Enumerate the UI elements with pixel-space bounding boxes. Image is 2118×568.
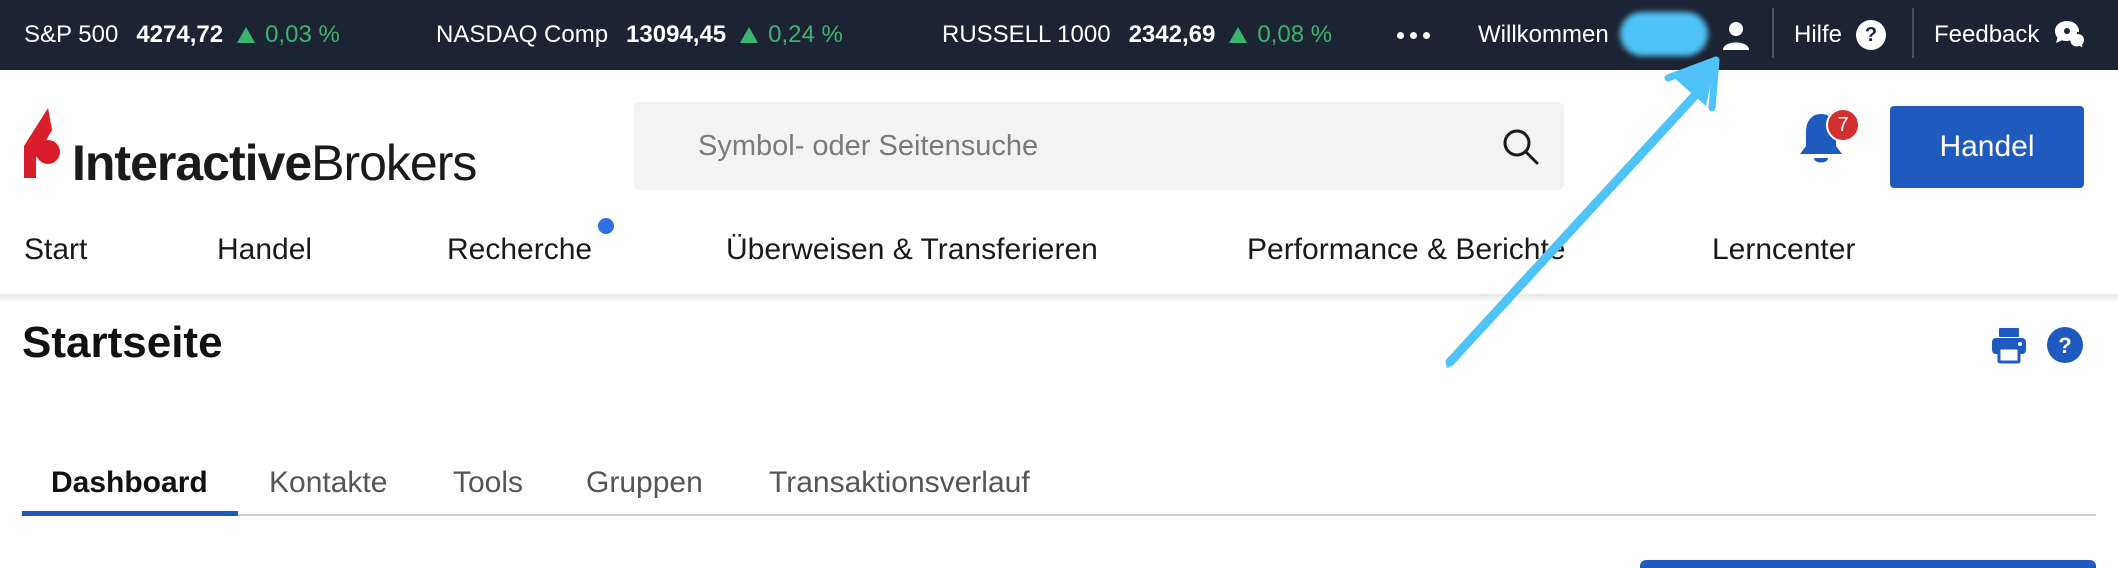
- dashboard-tabs: Dashboard Kontakte Tools Gruppen Transak…: [22, 450, 2096, 516]
- notification-count-badge: 7: [1826, 108, 1860, 142]
- nav-item-research[interactable]: Recherche: [447, 220, 592, 280]
- help-link[interactable]: Hilfe ?: [1794, 0, 1887, 70]
- feedback-chat-icon: [2055, 21, 2087, 51]
- search-icon[interactable]: [1500, 126, 1540, 166]
- feedback-label: Feedback: [1934, 21, 2040, 48]
- ticker-item-nasdaq[interactable]: NASDAQ Comp 13094,45 0,24 %: [436, 0, 843, 70]
- ticker-name: NASDAQ Comp: [436, 21, 609, 48]
- tab-dashboard[interactable]: Dashboard: [51, 450, 208, 516]
- active-tab-indicator: [22, 511, 238, 516]
- help-label: Hilfe: [1794, 21, 1843, 48]
- market-ticker-bar: S&P 500 4274,72 0,03 % NASDAQ Comp 13094…: [0, 0, 2118, 70]
- up-arrow-icon: [237, 27, 256, 43]
- trade-button[interactable]: Handel: [1890, 106, 2084, 188]
- ticker-change: 0,08 %: [1229, 21, 1332, 49]
- user-profile-icon[interactable]: [1720, 0, 1752, 70]
- svg-text:?: ?: [2058, 333, 2071, 358]
- divider: [1772, 8, 1774, 58]
- ticker-value: 4274,72: [136, 21, 224, 48]
- ticker-item-sp500[interactable]: S&P 500 4274,72 0,03 %: [24, 0, 340, 70]
- ticker-value: 13094,45: [626, 21, 727, 48]
- page-help-icon[interactable]: ?: [2046, 326, 2084, 364]
- ticker-item-russell[interactable]: RUSSELL 1000 2342,69 0,08 %: [942, 0, 1332, 70]
- feedback-link[interactable]: Feedback: [1934, 0, 2087, 70]
- welcome-text: Willkommen: [1478, 21, 1609, 48]
- divider: [1912, 8, 1914, 58]
- search-box: [634, 102, 1564, 190]
- ticker-change: 0,24 %: [740, 21, 843, 49]
- more-options-icon[interactable]: [1397, 0, 1430, 70]
- up-arrow-icon: [740, 27, 759, 43]
- tab-transaction-history[interactable]: Transaktionsverlauf: [769, 450, 1030, 516]
- print-icon[interactable]: [1990, 326, 2028, 364]
- page-title: Startseite: [22, 318, 223, 367]
- nav-item-trade[interactable]: Handel: [217, 220, 312, 280]
- nav-item-transfer[interactable]: Überweisen & Transferieren: [726, 220, 1098, 280]
- nav-item-performance-reports[interactable]: Performance & Berichte: [1247, 220, 1565, 280]
- logo-mark-icon: [24, 108, 60, 178]
- ticker-name: RUSSELL 1000: [942, 21, 1111, 48]
- tab-tools[interactable]: Tools: [453, 450, 523, 516]
- ticker-change: 0,03 %: [237, 21, 340, 49]
- up-arrow-icon: [1229, 27, 1248, 43]
- tab-contacts[interactable]: Kontakte: [269, 450, 387, 516]
- partially-visible-button[interactable]: [1640, 560, 2096, 568]
- nav-divider: [0, 294, 2118, 302]
- search-input[interactable]: [698, 102, 1478, 190]
- nav-item-start[interactable]: Start: [24, 220, 87, 280]
- help-icon: ?: [1856, 20, 1887, 50]
- tab-groups[interactable]: Gruppen: [586, 450, 703, 516]
- logo-text: InteractiveBrokers: [72, 135, 477, 191]
- nav-item-learning-center[interactable]: Lerncenter: [1712, 220, 1855, 280]
- ticker-value: 2342,69: [1128, 21, 1216, 48]
- new-indicator-dot: [598, 218, 614, 234]
- ticker-name: S&P 500: [24, 21, 119, 48]
- redacted-username: [1620, 12, 1708, 56]
